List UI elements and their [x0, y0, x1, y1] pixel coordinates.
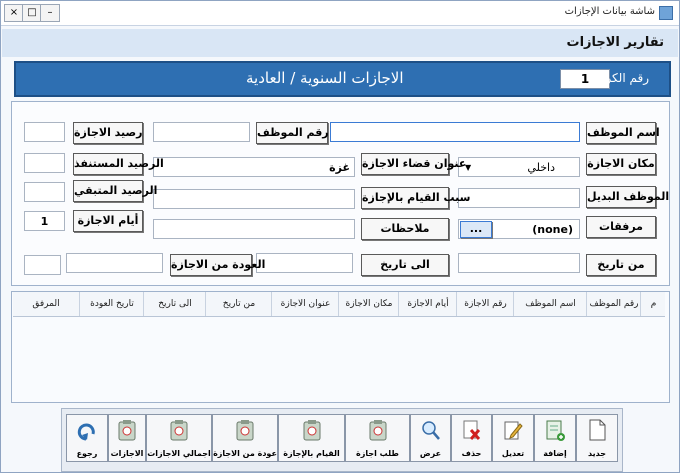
vacation-balance-label: رصيد الاجازة [73, 122, 143, 144]
employee-number-label: رقم الموظف [256, 122, 329, 144]
grid-header-col[interactable]: الى تاريخ [143, 292, 206, 316]
from-date-label: من تاريخ [586, 254, 656, 276]
vacation-reason-label: سبب القيام بالإجازة [361, 187, 470, 209]
add-button-label: إضافة [543, 449, 567, 458]
substitute-employee-label: الموظف البديل [586, 186, 669, 208]
grid-header-col[interactable]: المرفق [13, 292, 79, 316]
grid-header-col[interactable]: رقم الاجازة [456, 292, 514, 316]
delete-button[interactable]: حذف [451, 414, 492, 462]
card-number-label: رقم الكرت [594, 71, 649, 85]
grid-header-col[interactable]: م [640, 292, 666, 316]
banner-title: الاجازات السنوية / العادية [246, 69, 404, 87]
header-bar: تقارير الاجازات [2, 29, 678, 57]
back-button[interactable]: رجوع [66, 414, 108, 462]
edit-button-label: تعديل [501, 449, 525, 458]
grid-header-col[interactable]: مكان الاجازة [338, 292, 399, 316]
grid-header-col[interactable]: تاريخ العودة [79, 292, 144, 316]
to-date-input[interactable] [256, 253, 353, 273]
close-button[interactable]: × [4, 4, 24, 22]
vacation-reason-input[interactable] [153, 189, 355, 209]
vacations-button-label: الاجازات [110, 449, 144, 458]
vacation-address-input[interactable]: غزة [153, 157, 355, 177]
edit-icon [504, 421, 523, 440]
return-vacation-button[interactable]: عودة من الاجازة [212, 414, 278, 462]
notes-label: ملاحظات [361, 218, 449, 240]
return-vacation-label: عودة من الاجازة [213, 449, 277, 458]
edit-button[interactable]: تعديل [492, 414, 534, 462]
vacation-days-label: أيام الاجازة [73, 210, 143, 232]
attachments-label: مرفقات [586, 216, 656, 238]
vacation-place-label: مكان الاجازة [586, 153, 656, 175]
vacation-address-label: عنوان قضاء الاجازة [361, 153, 466, 175]
grid-header: م رقم الموظف اسم الموظف رقم الاجازة أيام… [13, 292, 665, 317]
grid-header-col[interactable]: اسم الموظف [513, 292, 587, 316]
used-balance-label: الرصيد المستنفذ [73, 153, 164, 175]
remaining-balance-label: الرصيد المتبقي [73, 180, 157, 202]
request-vacation-label: طلب اجازة [356, 449, 399, 458]
clipboard-icon [170, 420, 188, 441]
request-vacation-button[interactable]: طلب اجازة [345, 414, 410, 462]
grid-header-col[interactable]: من تاريخ [205, 292, 272, 316]
new-document-icon [589, 419, 606, 441]
grid-header-col[interactable]: أيام الاجازة [398, 292, 457, 316]
back-arrow-icon [77, 423, 95, 441]
substitute-employee-input[interactable] [458, 188, 580, 208]
used-balance-input[interactable] [24, 153, 65, 173]
from-date-input[interactable] [458, 253, 580, 273]
add-button[interactable]: إضافة [534, 414, 576, 462]
total-vacations-button[interactable]: اجمالي الاجازات [146, 414, 212, 462]
delete-icon [463, 420, 480, 440]
to-date-label: الى تاريخ [361, 254, 449, 276]
employee-name-label: اسم الموظف [586, 122, 660, 144]
banner: الاجازات السنوية / العادية 1 رقم الكرت [14, 61, 671, 97]
employee-number-input[interactable] [153, 122, 250, 142]
start-vacation-label: القيام بالإجازة [283, 449, 340, 458]
vacation-place-value: داخلي [527, 161, 555, 174]
notes-input[interactable] [153, 219, 355, 239]
vacation-balance-input[interactable] [24, 122, 65, 142]
app-icon [659, 6, 673, 20]
new-button[interactable]: جديد [576, 414, 618, 462]
vacation-days-input[interactable]: 1 [24, 211, 65, 231]
return-date-input[interactable] [66, 253, 163, 273]
attachments-value: (none) [532, 223, 573, 236]
delete-button-label: حذف [461, 449, 482, 458]
clipboard-icon [118, 420, 136, 441]
start-vacation-button[interactable]: القيام بالإجازة [278, 414, 345, 462]
new-button-label: جديد [587, 449, 606, 458]
clipboard-icon [369, 420, 386, 441]
clipboard-icon [303, 420, 320, 441]
maximize-button[interactable]: □ [22, 4, 42, 22]
browse-button[interactable]: ... [460, 221, 492, 238]
total-vacations-label: اجمالي الاجازات [147, 449, 211, 458]
vacation-place-select[interactable]: داخلي ▼ [458, 157, 580, 177]
window-title: شاشة بيانات الإجازات [564, 6, 655, 17]
return-extra-input[interactable] [24, 255, 61, 275]
grid-header-col[interactable]: رقم الموظف [586, 292, 641, 316]
return-date-label: العودة من الاجازة [170, 254, 265, 276]
title-bar: × □ – شاشة بيانات الإجازات [1, 1, 679, 26]
clipboard-icon [236, 420, 254, 441]
minimize-button[interactable]: – [40, 4, 60, 22]
back-button-label: رجوع [76, 449, 98, 458]
vacations-button[interactable]: الاجازات [108, 414, 146, 462]
employee-name-input[interactable] [330, 122, 580, 142]
view-button-label: عرض [419, 449, 442, 458]
remaining-balance-input[interactable] [24, 182, 65, 202]
page-title: تقارير الاجازات [566, 35, 665, 50]
grid-header-col[interactable]: عنوان الاجازة [271, 292, 339, 316]
add-record-icon [546, 420, 565, 441]
view-button[interactable]: عرض [410, 414, 451, 462]
magnifier-icon [421, 421, 440, 440]
